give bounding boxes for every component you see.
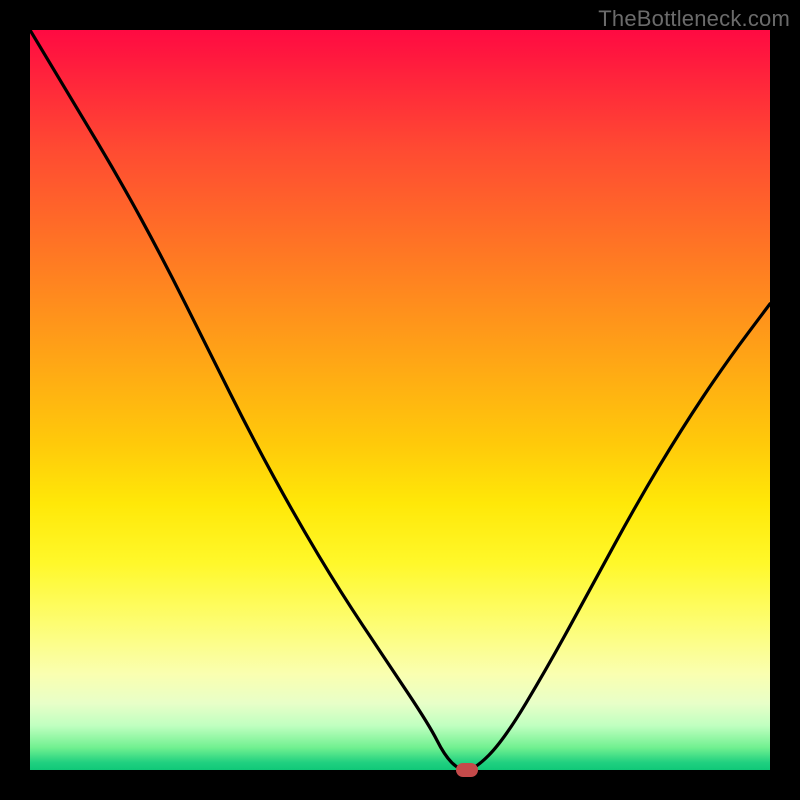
- optimum-marker: [456, 763, 478, 777]
- watermark-text: TheBottleneck.com: [598, 6, 790, 32]
- chart-frame: TheBottleneck.com: [0, 0, 800, 800]
- bottleneck-curve: [30, 30, 770, 770]
- plot-area: [30, 30, 770, 770]
